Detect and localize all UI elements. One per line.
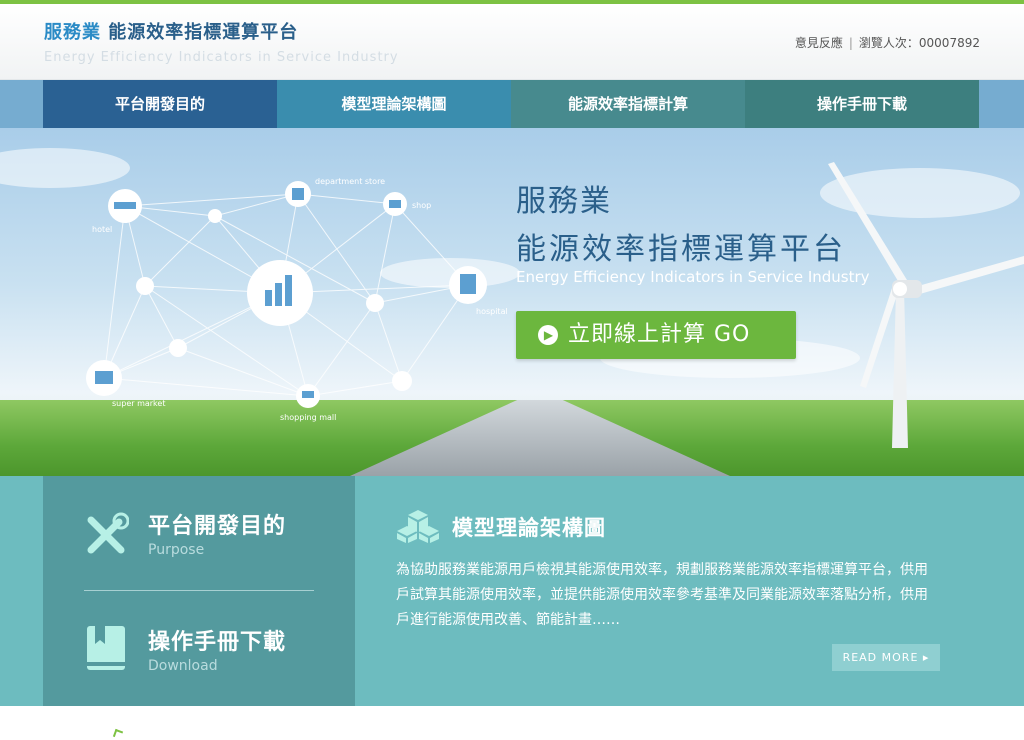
nav-item-manual[interactable]: 操作手冊下載	[745, 80, 979, 128]
label-shop: shop	[412, 201, 431, 210]
site-header: 服務業 能源效率指標運算平台 Energy Efficiency Indicat…	[0, 4, 1024, 80]
site-logo[interactable]: 服務業 能源效率指標運算平台 Energy Efficiency Indicat…	[44, 18, 399, 65]
utility-separator: |	[848, 36, 853, 50]
wind-turbine-illustration	[828, 162, 1024, 448]
label-hotel: hotel	[92, 225, 112, 234]
nav-item-calculation[interactable]: 能源效率指標計算	[511, 80, 745, 128]
download-title[interactable]: 操作手冊下載	[148, 624, 286, 656]
panel-divider	[84, 590, 314, 591]
calculate-online-label: 立即線上計算 GO	[568, 322, 751, 347]
label-shopping-mall: shopping mall	[280, 413, 336, 422]
download-subtitle: Download	[148, 658, 218, 674]
purpose-subtitle: Purpose	[148, 542, 205, 558]
read-more-button[interactable]: READ MORE ▸	[832, 644, 940, 671]
hero-banner: department store shop hotel hospital sup…	[0, 128, 1024, 476]
manual-book-icon[interactable]	[85, 624, 127, 672]
service-network-illustration: department store shop hotel hospital sup…	[86, 177, 508, 422]
label-super-market: super market	[112, 399, 165, 408]
site-title: 服務業 能源效率指標運算平台	[44, 22, 299, 43]
calculate-online-button[interactable]: ▶ 立即線上計算 GO	[516, 311, 796, 359]
cubes-icon	[397, 510, 439, 543]
nav-item-model[interactable]: 模型理論架構圖	[277, 80, 511, 128]
utility-links: 意見反應 | 瀏覽人次：00007892	[795, 34, 980, 51]
quick-links-panel: 平台開發目的 Purpose 操作手冊下載 Download	[43, 476, 355, 706]
tools-icon[interactable]	[83, 512, 129, 558]
model-description: 為協助服務業能源用戶檢視其能源使用效率，規劃服務業能源效率指標運算平台，供用戶試…	[396, 562, 928, 628]
main-nav: 平台開發目的 模型理論架構圖 能源效率指標計算 操作手冊下載	[0, 80, 1024, 128]
purpose-title[interactable]: 平台開發目的	[148, 508, 286, 540]
feedback-link[interactable]: 意見反應	[795, 36, 843, 50]
label-department-store: department store	[315, 177, 385, 186]
arrow-right-icon: ▶	[538, 325, 558, 345]
leaf-icon	[112, 728, 124, 740]
site-subtitle: Energy Efficiency Indicators in Service …	[44, 50, 399, 65]
hero-title-line1: 服務業	[516, 184, 612, 219]
label-hospital: hospital	[476, 307, 508, 316]
visit-counter: 瀏覽人次：00007892	[858, 36, 980, 50]
model-title[interactable]: 模型理論架構圖	[452, 512, 606, 542]
nav-item-purpose[interactable]: 平台開發目的	[43, 80, 277, 128]
